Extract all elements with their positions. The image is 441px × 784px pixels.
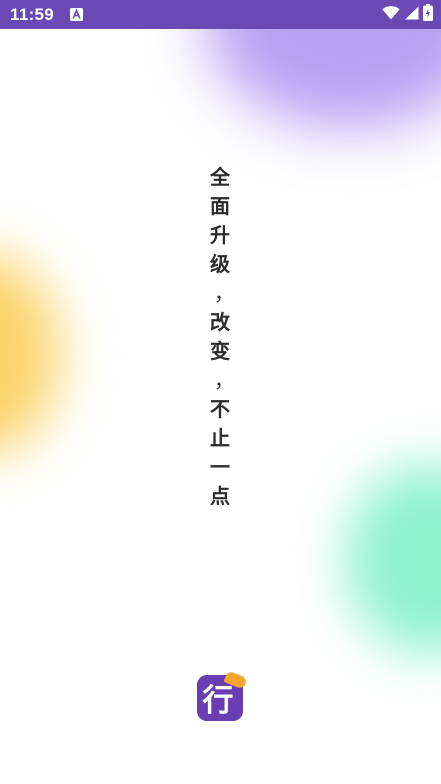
decorative-yellow-blob <box>0 254 60 454</box>
slogan-char: 止 <box>210 426 230 450</box>
status-time: 11:59 <box>10 4 55 24</box>
decorative-purple-blob <box>205 29 441 129</box>
status-bar: 11:59 <box>0 0 441 29</box>
slogan-char: 点 <box>210 484 230 508</box>
slogan-char: ， <box>214 368 234 392</box>
slogan-char: 全 <box>210 165 230 189</box>
wifi-icon <box>382 5 400 24</box>
slogan-char: ， <box>214 281 234 305</box>
slogan-char: 不 <box>210 397 230 421</box>
app-logo-icon: 行 <box>197 670 248 721</box>
status-icons <box>382 4 433 25</box>
slogan-vertical-text: 全 面 升 级 ， 改 变 ， 不 止 一 点 <box>208 163 234 511</box>
slogan-char: 改 <box>210 310 230 334</box>
decorative-green-blob <box>345 464 441 654</box>
slogan-char: 级 <box>210 252 230 276</box>
battery-charging-icon <box>423 4 433 25</box>
slogan-char: 面 <box>210 194 230 218</box>
slogan-char: 变 <box>210 339 230 363</box>
slogan-char: 一 <box>210 455 230 479</box>
logo-text: 行 <box>202 682 234 719</box>
signal-icon <box>404 5 419 24</box>
slogan-char: 升 <box>210 223 230 247</box>
a-letter-icon <box>69 8 83 22</box>
splash-screen: 全 面 升 级 ， 改 变 ， 不 止 一 点 <box>0 29 441 784</box>
